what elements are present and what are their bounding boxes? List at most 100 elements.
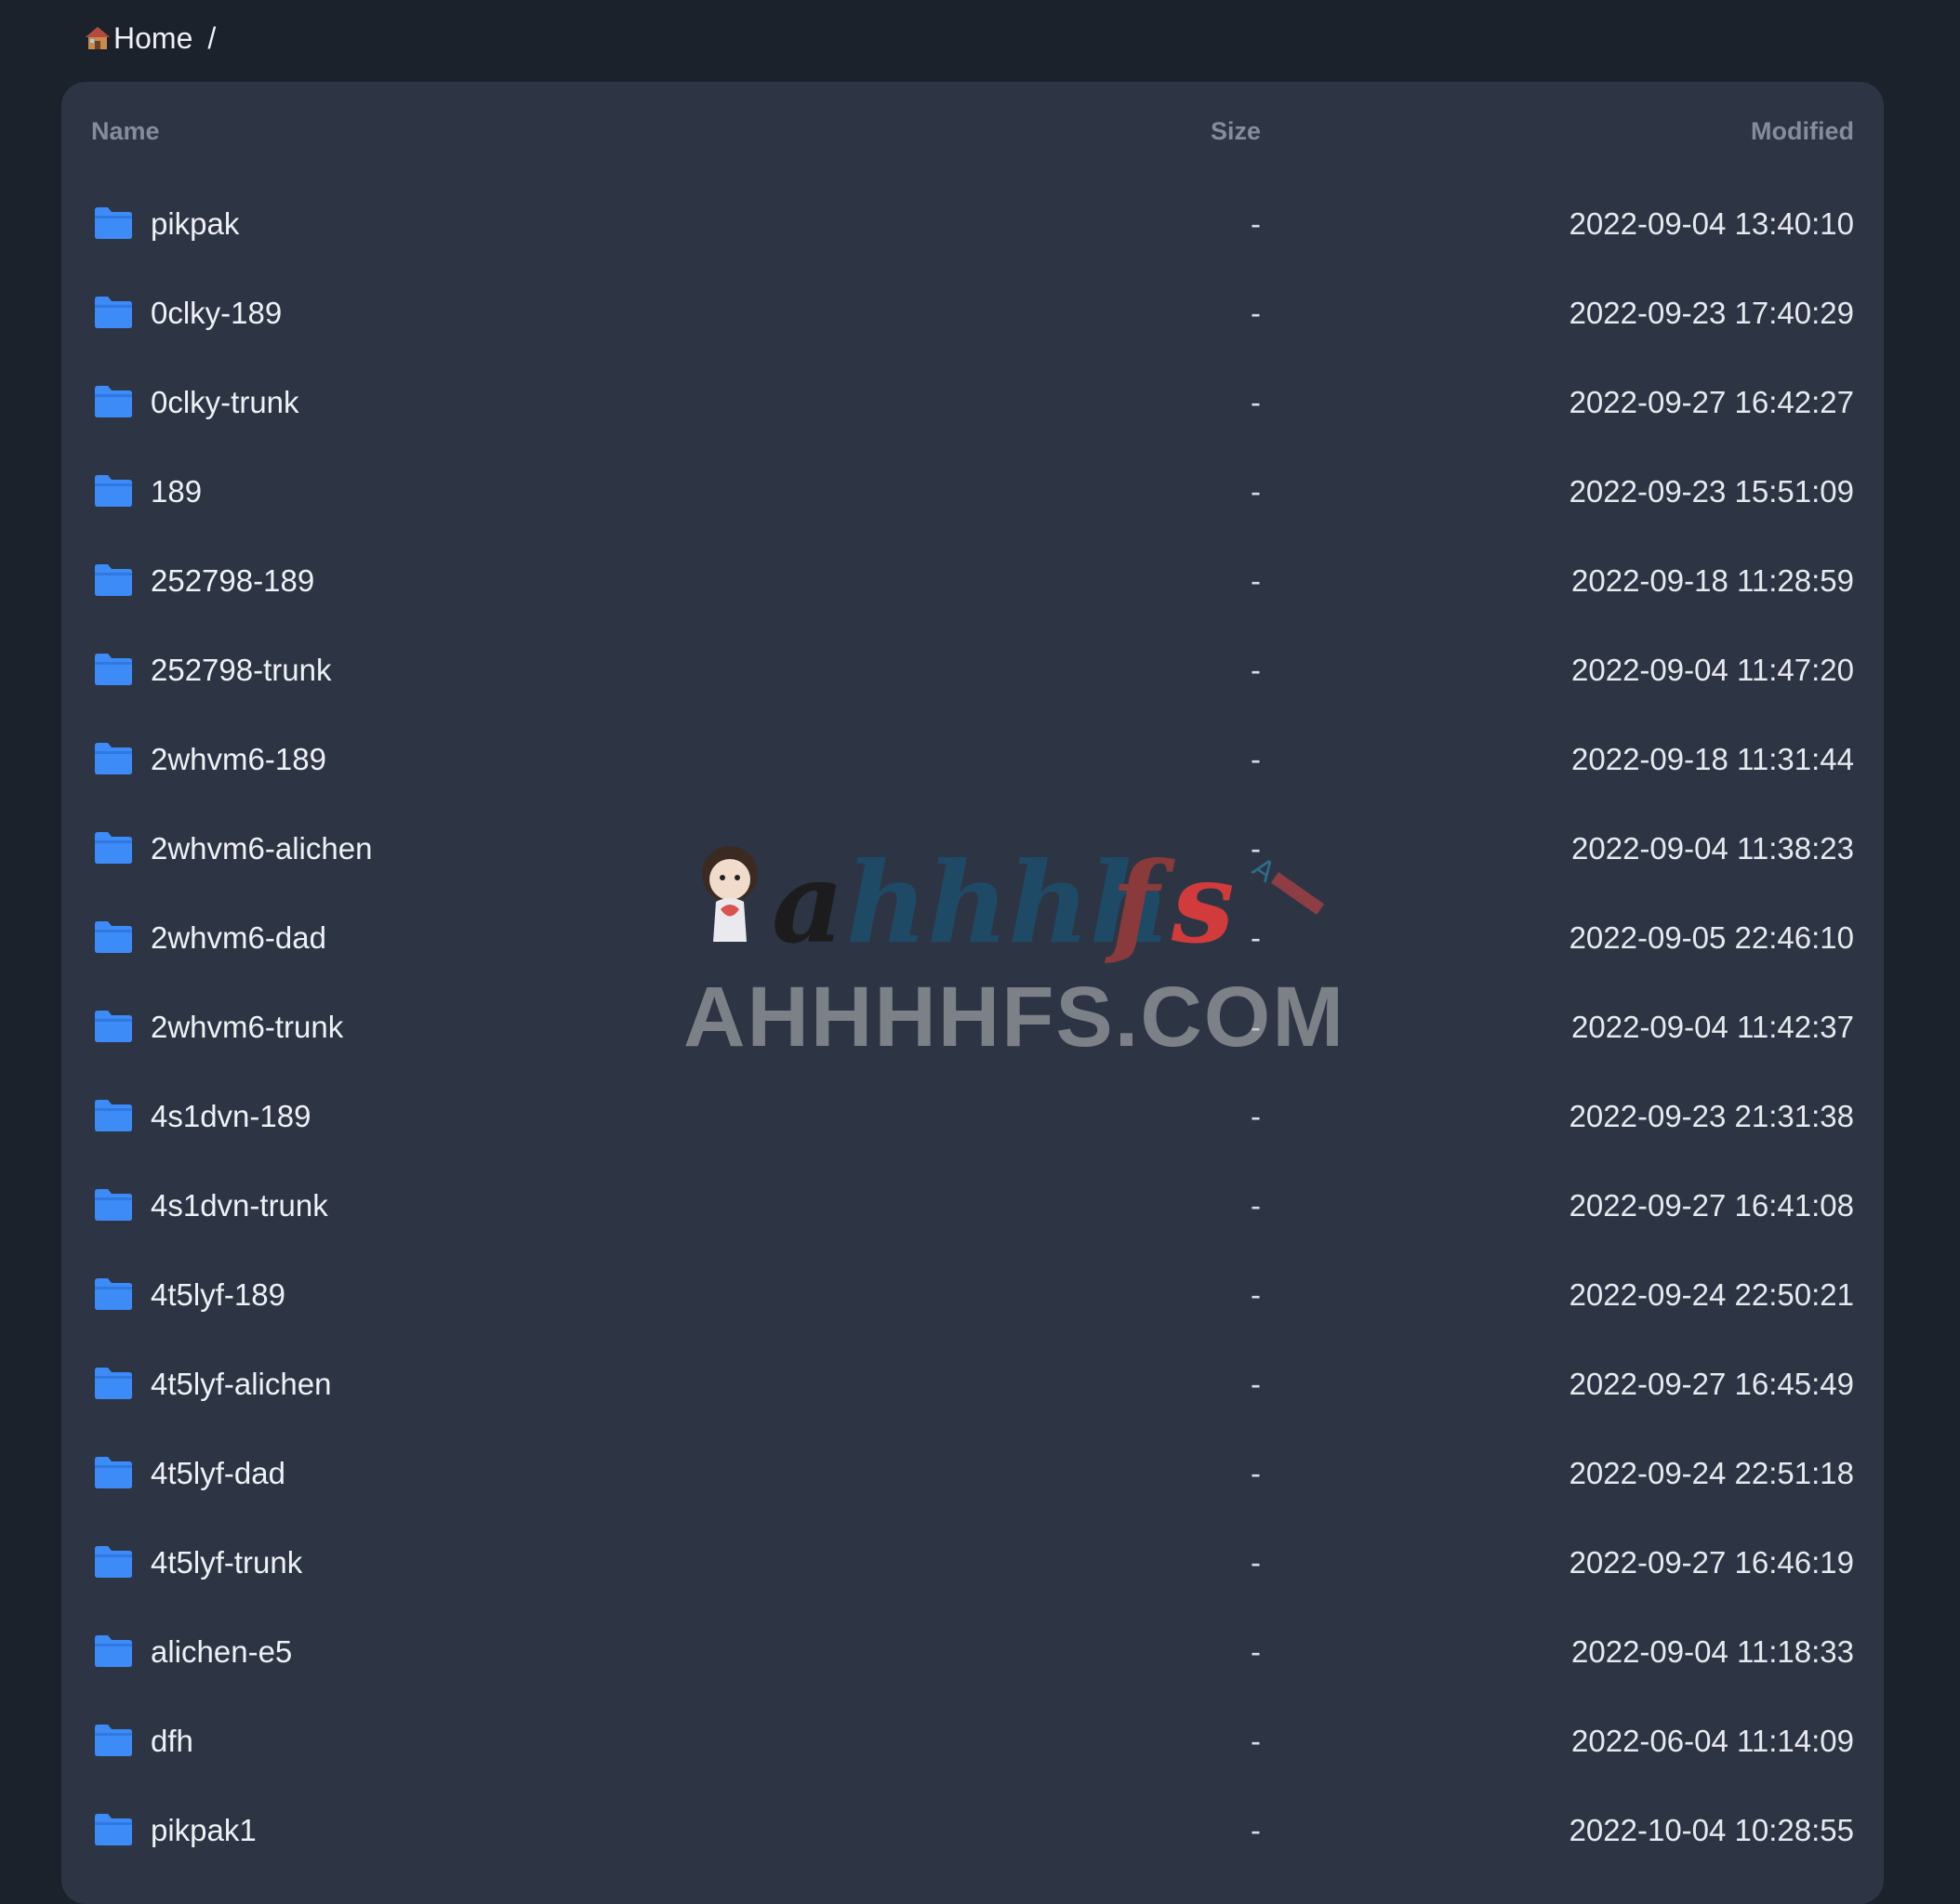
breadcrumb-home-link[interactable]: Home <box>113 21 192 56</box>
home-icon[interactable] <box>84 24 112 52</box>
row-name[interactable]: pikpak1 <box>151 1813 257 1848</box>
table-row[interactable]: 4t5lyf-189 - 2022-09-24 22:50:21 <box>61 1253 1884 1342</box>
folder-icon <box>93 385 134 418</box>
row-size: - <box>1251 1188 1261 1223</box>
row-size: - <box>1251 1099 1261 1133</box>
folder-icon <box>93 920 134 954</box>
row-name[interactable]: 4t5lyf-alichen <box>151 1367 331 1402</box>
folder-icon <box>93 653 134 686</box>
folder-icon <box>93 742 134 775</box>
row-size: - <box>1251 1010 1261 1044</box>
folder-icon <box>93 1634 134 1668</box>
row-size: - <box>1251 296 1261 330</box>
folder-icon <box>93 1545 134 1579</box>
row-name[interactable]: 4s1dvn-trunk <box>151 1188 328 1223</box>
row-modified: 2022-09-04 11:42:37 <box>1571 1010 1854 1044</box>
folder-icon <box>93 563 134 597</box>
folder-icon <box>93 1813 134 1846</box>
table-row[interactable]: 4t5lyf-alichen - 2022-09-27 16:45:49 <box>61 1342 1884 1432</box>
row-name[interactable]: 2whvm6-trunk <box>151 1010 343 1045</box>
folder-icon <box>93 1010 134 1043</box>
row-modified: 2022-09-05 22:46:10 <box>1569 920 1854 955</box>
folder-icon <box>93 1456 134 1489</box>
row-name[interactable]: 4t5lyf-189 <box>151 1277 285 1313</box>
row-name[interactable]: 252798-trunk <box>151 653 331 688</box>
row-modified: 2022-09-04 13:40:10 <box>1569 206 1854 241</box>
row-size: - <box>1251 653 1261 687</box>
breadcrumb-separator: / <box>207 20 217 55</box>
row-modified: 2022-09-27 16:45:49 <box>1569 1367 1854 1401</box>
row-name[interactable]: 4t5lyf-dad <box>151 1456 285 1491</box>
table-row[interactable]: 4s1dvn-trunk - 2022-09-27 16:41:08 <box>61 1164 1884 1253</box>
row-name[interactable]: 189 <box>151 474 202 509</box>
row-modified: 2022-09-24 22:50:21 <box>1569 1277 1854 1312</box>
folder-icon <box>93 1277 134 1311</box>
column-header-name[interactable]: Name <box>91 117 160 146</box>
row-modified: 2022-10-04 10:28:55 <box>1569 1813 1854 1847</box>
row-name[interactable]: pikpak <box>151 206 239 242</box>
row-name[interactable]: alichen-e5 <box>151 1634 292 1670</box>
row-size: - <box>1251 920 1261 955</box>
row-name[interactable]: 4s1dvn-189 <box>151 1099 311 1134</box>
table-row[interactable]: 0clky-trunk - 2022-09-27 16:42:27 <box>61 361 1884 450</box>
folder-icon <box>93 474 134 508</box>
row-name[interactable]: 0clky-trunk <box>151 385 299 420</box>
row-size: - <box>1251 206 1261 241</box>
breadcrumb: Home / <box>84 17 216 60</box>
table-header: Name Size Modified <box>61 82 1884 182</box>
row-modified: 2022-09-04 11:18:33 <box>1571 1634 1854 1669</box>
row-size: - <box>1251 742 1261 776</box>
row-size: - <box>1251 1456 1261 1490</box>
row-modified: 2022-06-04 11:14:09 <box>1571 1724 1854 1758</box>
folder-icon <box>93 1367 134 1400</box>
table-row[interactable]: 2whvm6-trunk - 2022-09-04 11:42:37 <box>61 985 1884 1075</box>
row-modified: 2022-09-27 16:42:27 <box>1569 385 1854 419</box>
row-name[interactable]: 0clky-189 <box>151 296 282 331</box>
table-row[interactable]: 2whvm6-alichen - 2022-09-04 11:38:23 <box>61 807 1884 896</box>
table-row[interactable]: pikpak - 2022-09-04 13:40:10 <box>61 182 1884 271</box>
folder-icon <box>93 206 134 240</box>
row-size: - <box>1251 831 1261 866</box>
row-size: - <box>1251 563 1261 598</box>
column-header-modified[interactable]: Modified <box>1751 117 1854 146</box>
row-modified: 2022-09-04 11:47:20 <box>1571 653 1854 687</box>
row-modified: 2022-09-23 15:51:09 <box>1569 474 1854 509</box>
row-name[interactable]: 2whvm6-dad <box>151 920 326 956</box>
row-modified: 2022-09-18 11:31:44 <box>1571 742 1854 776</box>
row-name[interactable]: 252798-189 <box>151 563 314 599</box>
folder-icon <box>93 1724 134 1757</box>
row-size: - <box>1251 1545 1261 1580</box>
folder-icon <box>93 831 134 865</box>
row-name[interactable]: 2whvm6-189 <box>151 742 326 777</box>
row-modified: 2022-09-18 11:28:59 <box>1571 563 1854 598</box>
table-row[interactable]: 4t5lyf-dad - 2022-09-24 22:51:18 <box>61 1432 1884 1521</box>
row-size: - <box>1251 385 1261 419</box>
row-modified: 2022-09-23 21:31:38 <box>1569 1099 1854 1133</box>
folder-icon <box>93 1099 134 1132</box>
row-size: - <box>1251 1724 1261 1758</box>
file-list-panel: Name Size Modified pikpak - 2022-09-04 13:… <box>61 82 1884 1904</box>
row-size: - <box>1251 1634 1261 1669</box>
table-row[interactable]: dfh - 2022-06-04 11:14:09 <box>61 1699 1884 1789</box>
row-size: - <box>1251 474 1261 509</box>
table-row[interactable]: 2whvm6-189 - 2022-09-18 11:31:44 <box>61 718 1884 807</box>
row-name[interactable]: dfh <box>151 1724 193 1759</box>
row-name[interactable]: 4t5lyf-trunk <box>151 1545 302 1580</box>
column-header-size[interactable]: Size <box>1211 117 1261 146</box>
row-modified: 2022-09-23 17:40:29 <box>1569 296 1854 330</box>
table-row[interactable]: alichen-e5 - 2022-09-04 11:18:33 <box>61 1610 1884 1699</box>
row-size: - <box>1251 1277 1261 1312</box>
table-row[interactable]: 252798-189 - 2022-09-18 11:28:59 <box>61 539 1884 628</box>
table-row[interactable]: 189 - 2022-09-23 15:51:09 <box>61 450 1884 539</box>
table-row[interactable]: 4t5lyf-trunk - 2022-09-27 16:46:19 <box>61 1521 1884 1610</box>
table-row[interactable]: 252798-trunk - 2022-09-04 11:47:20 <box>61 628 1884 718</box>
table-row[interactable]: 2whvm6-dad - 2022-09-05 22:46:10 <box>61 896 1884 985</box>
row-modified: 2022-09-04 11:38:23 <box>1571 831 1854 866</box>
row-name[interactable]: 2whvm6-alichen <box>151 831 372 866</box>
table-row[interactable]: 0clky-189 - 2022-09-23 17:40:29 <box>61 271 1884 361</box>
table-row[interactable]: 4s1dvn-189 - 2022-09-23 21:31:38 <box>61 1075 1884 1164</box>
folder-icon <box>93 1188 134 1222</box>
row-size: - <box>1251 1367 1261 1401</box>
row-size: - <box>1251 1813 1261 1847</box>
row-modified: 2022-09-27 16:41:08 <box>1569 1188 1854 1223</box>
